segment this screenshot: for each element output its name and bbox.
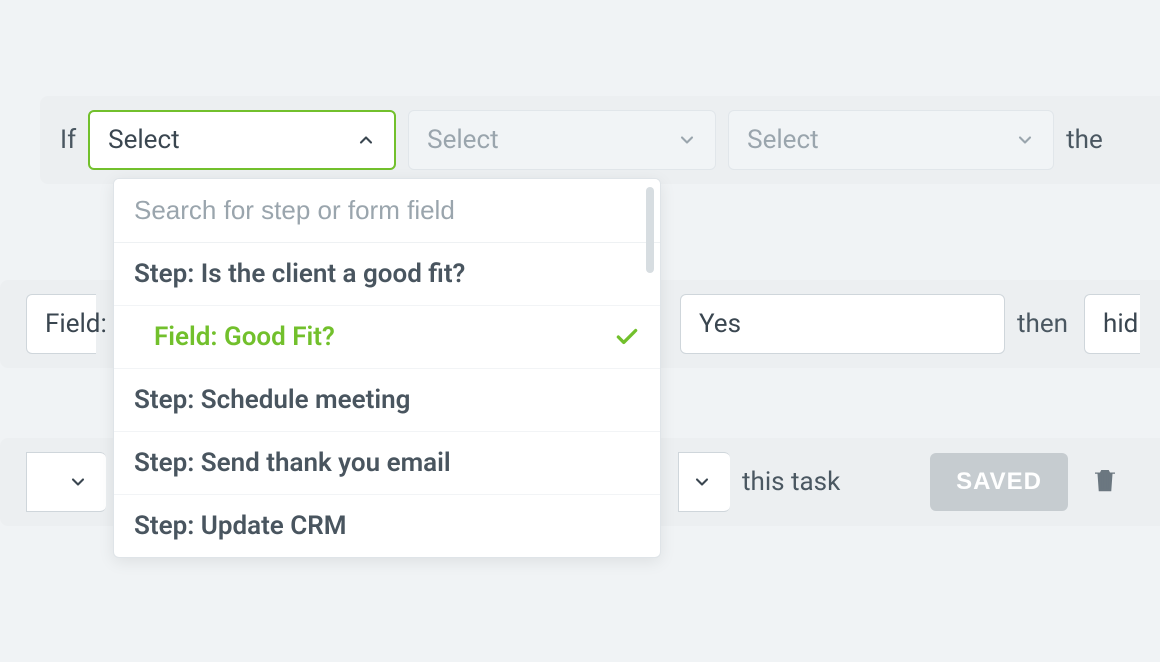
- dropdown-search-input[interactable]: [114, 179, 660, 243]
- then-label: then: [1017, 309, 1068, 339]
- dropdown-item-label: Step: Schedule meeting: [134, 385, 410, 415]
- chevron-up-icon: [356, 130, 376, 150]
- dropdown-item[interactable]: Step: Is the client a good fit?: [114, 243, 660, 305]
- condition-value-select[interactable]: Select: [728, 110, 1054, 170]
- scrollbar[interactable]: [646, 187, 654, 273]
- then-label-partial: the: [1066, 125, 1103, 155]
- field-label-box: Field:: [26, 294, 96, 354]
- select-label: Select: [108, 125, 179, 155]
- saved-button[interactable]: SAVED: [930, 453, 1068, 511]
- this-task-label: this task: [742, 467, 840, 497]
- action-select-partial[interactable]: hid: [1084, 294, 1140, 354]
- chevron-down-icon: [692, 472, 712, 492]
- select-placeholder: Select: [747, 125, 818, 155]
- condition-row-1: If Select Select Select the: [40, 96, 1160, 184]
- delete-button[interactable]: [1090, 465, 1120, 499]
- dropdown-item-label: Field: Good Fit?: [154, 322, 335, 352]
- dropdown-item[interactable]: Field: Good Fit?: [114, 305, 660, 368]
- dropdown-item-label: Step: Send thank you email: [134, 448, 451, 478]
- action-target-select-partial[interactable]: [26, 452, 106, 512]
- value-text: Yes: [699, 309, 741, 339]
- check-icon: [614, 324, 640, 350]
- dropdown-item-label: Step: Update CRM: [134, 511, 347, 541]
- if-label: If: [60, 125, 76, 155]
- dropdown-item[interactable]: Step: Schedule meeting: [114, 368, 660, 431]
- chevron-down-icon: [1015, 130, 1035, 150]
- dropdown-item-label: Step: Is the client a good fit?: [134, 259, 465, 289]
- action-label-partial: hid: [1103, 309, 1138, 339]
- field-label: Field:: [45, 309, 107, 339]
- field-dropdown-panel: Step: Is the client a good fit? Field: G…: [113, 178, 661, 558]
- condition-value-input[interactable]: Yes: [680, 294, 1005, 354]
- condition-operator-select[interactable]: Select: [408, 110, 716, 170]
- dropdown-item[interactable]: Step: Send thank you email: [114, 431, 660, 494]
- trash-icon: [1090, 465, 1120, 495]
- select-placeholder: Select: [427, 125, 498, 155]
- saved-label: SAVED: [956, 468, 1042, 496]
- chevron-down-icon: [677, 130, 697, 150]
- chevron-down-icon: [68, 472, 88, 492]
- dropdown-list: Step: Is the client a good fit? Field: G…: [114, 243, 660, 557]
- dropdown-item[interactable]: Step: Update CRM: [114, 494, 660, 557]
- condition-field-select[interactable]: Select: [88, 110, 396, 170]
- action-scope-select-partial[interactable]: [678, 452, 730, 512]
